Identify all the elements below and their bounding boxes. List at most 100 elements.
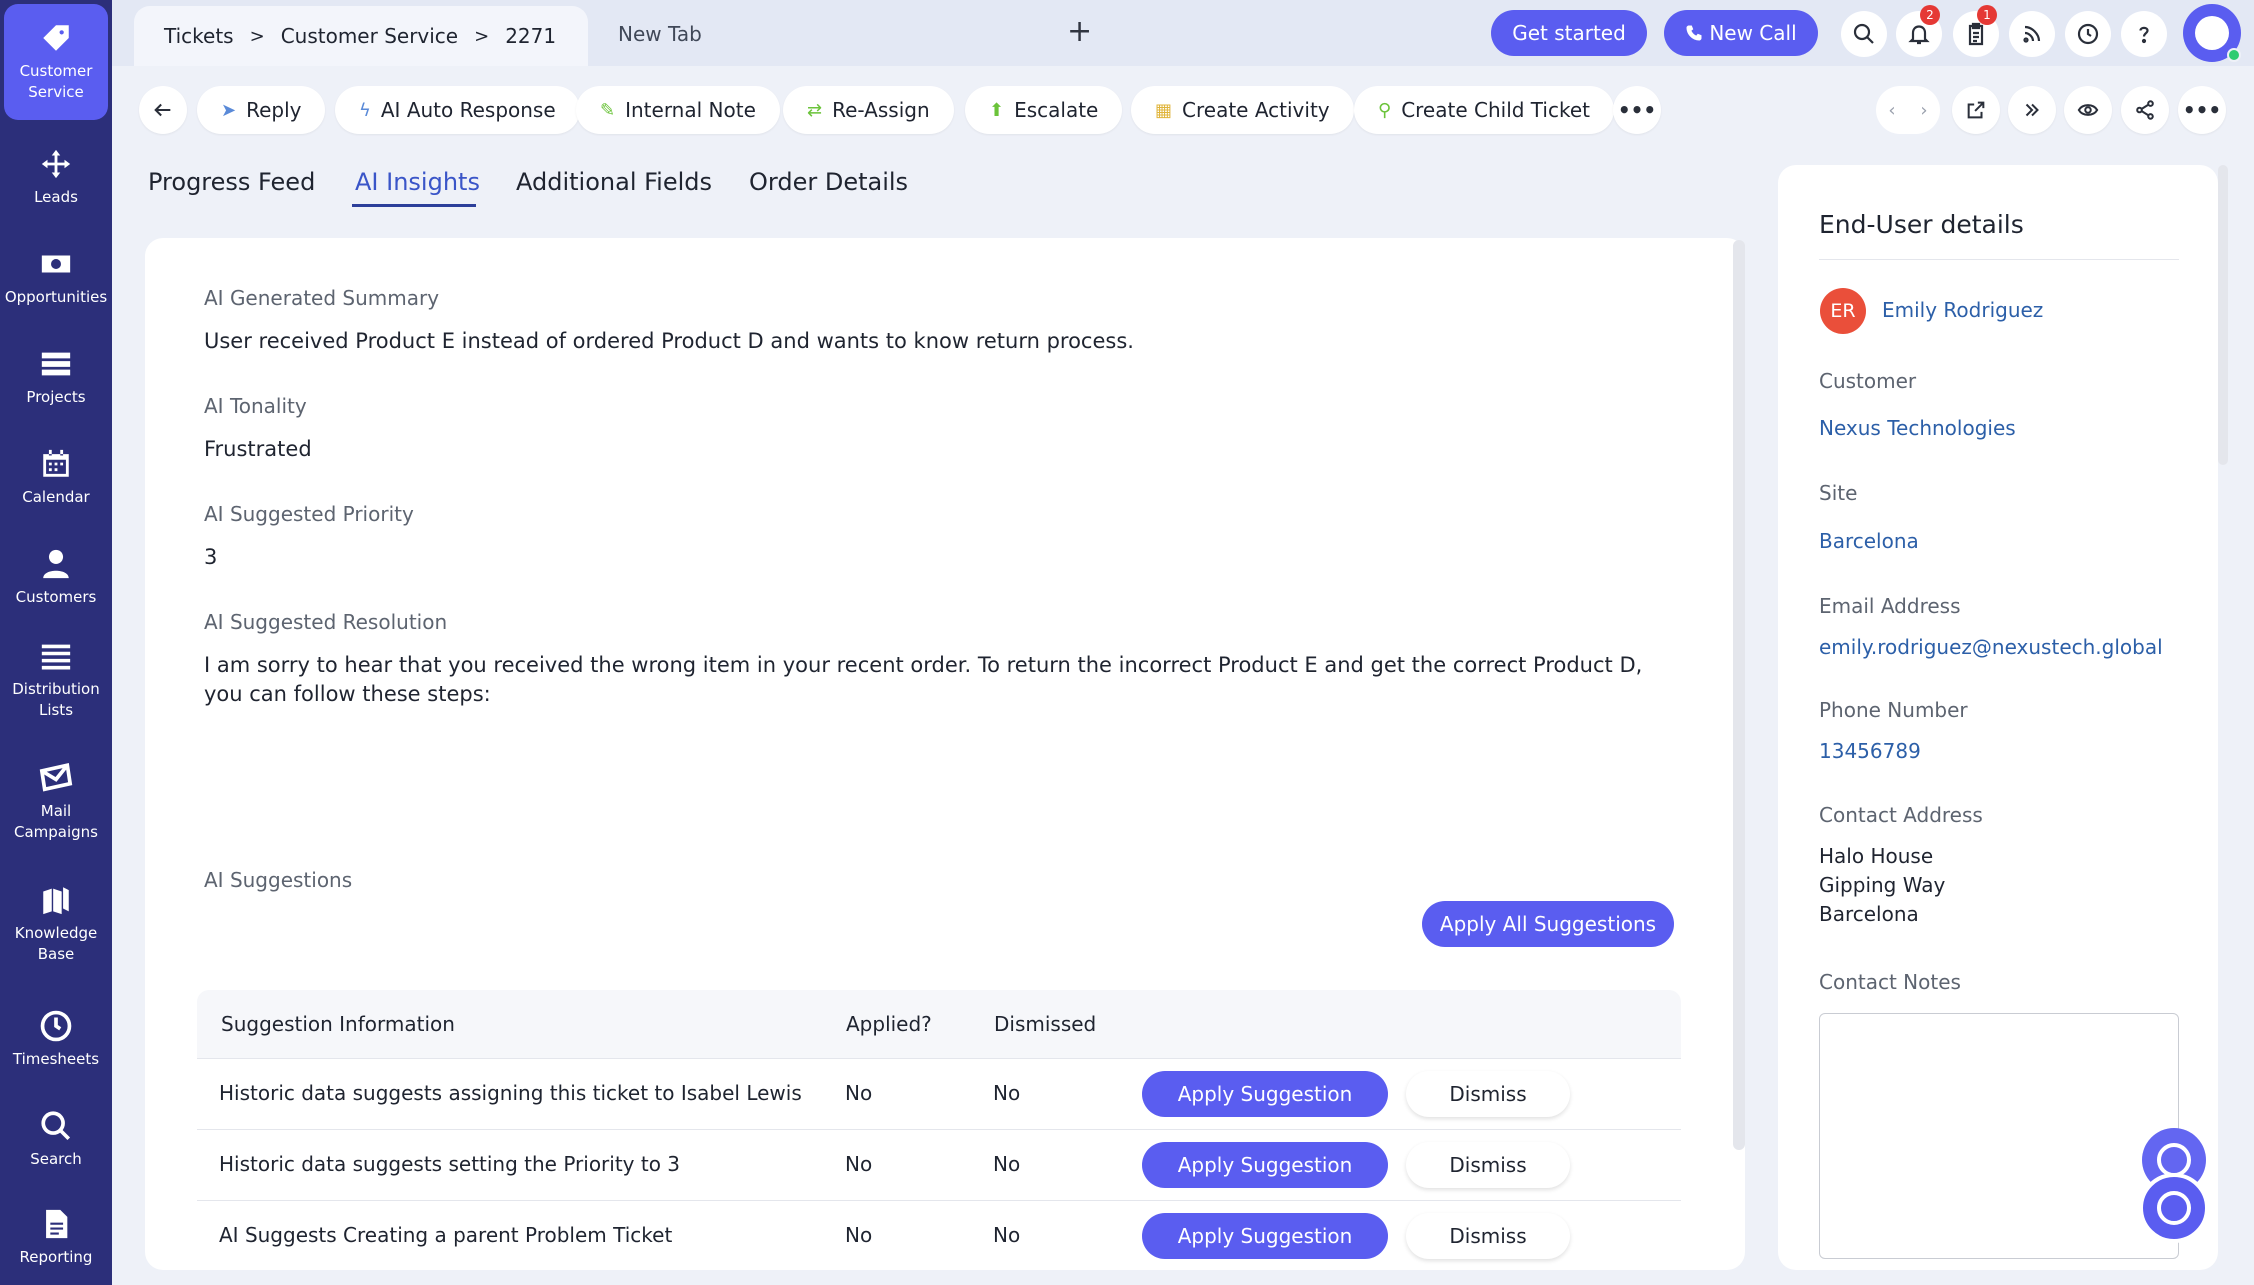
sidebar-item-label: Search [30,1149,82,1168]
chat-bubble-icon [2157,1143,2191,1177]
sidebar-item-opportunities[interactable]: Opportunities [0,228,112,326]
new-call-button[interactable]: New Call [1664,10,1818,56]
sidebar-item-timesheets[interactable]: Timesheets [0,990,112,1088]
tonality-label: AI Tonality [204,394,307,418]
internal-note-button[interactable]: ✎ Internal Note [576,86,780,134]
escalate-button[interactable]: ⬆ Escalate [965,86,1123,134]
tonality-value: Frustrated [204,437,312,461]
header-suggestion-info: Suggestion Information [221,1012,455,1036]
contact-notes-field[interactable] [1819,1013,2179,1259]
notifications-button[interactable]: 2 [1896,5,1942,57]
chevron-left-icon[interactable]: ‹ [1888,100,1895,121]
apply-suggestion-button[interactable]: Apply Suggestion [1142,1142,1388,1188]
dismiss-button[interactable]: Dismiss [1406,1071,1570,1117]
more-actions-button[interactable]: ••• [1613,86,1661,134]
table-row: Historic data suggests setting the Prior… [197,1129,1681,1200]
customer-link[interactable]: Nexus Technologies [1819,416,2016,440]
resolution-value: I am sorry to hear that you received the… [204,653,1643,706]
tag-icon [43,25,69,51]
sidebar-item-customers[interactable]: Customers [0,528,112,626]
dismissed-value: No [993,1223,1021,1247]
panel-scrollbar[interactable] [2218,165,2228,465]
double-chevron-right-icon [2025,103,2039,117]
tasks-button[interactable]: 1 [1953,5,1999,57]
sidebar-item-label: Timesheets [12,1049,100,1068]
tab-new[interactable]: New Tab [618,22,702,46]
email-link[interactable]: emily.rodriguez@nexustech.global [1819,635,2163,659]
sidebar-item-reporting[interactable]: Reporting [0,1188,112,1285]
lightning-icon: ϟ [359,99,371,121]
notifications-badge: 2 [1920,5,1940,25]
skip-forward-button[interactable] [2008,86,2056,134]
panel-title: End-User details [1819,210,2024,239]
feed-button[interactable] [2009,11,2055,57]
share-button[interactable] [2121,86,2169,134]
calendar-icon [43,449,69,477]
contact-address: Halo House Gipping Way Barcelona [1819,842,1945,929]
swap-icon: ⇄ [807,99,823,121]
sidebar-item-leads[interactable]: Leads [0,128,112,226]
sidebar-item-label: Projects [26,387,86,406]
priority-value: 3 [204,545,218,569]
chat-bubble-icon [2195,16,2229,50]
site-link[interactable]: Barcelona [1819,529,1919,553]
dismiss-button[interactable]: Dismiss [1406,1142,1570,1188]
tab-additional-fields[interactable]: Additional Fields [516,168,712,196]
sidebar-item-label: Reporting [19,1247,93,1266]
breadcrumb-separator: > [474,25,490,47]
sidebar-item-calendar[interactable]: Calendar [0,428,112,526]
watch-button[interactable] [2064,86,2112,134]
history-button[interactable] [2065,11,2111,57]
back-button[interactable] [139,86,187,134]
sidebar: Customer Service Leads Opportunities Pro… [0,0,112,1285]
more-options-button[interactable]: ••• [2178,86,2226,134]
tab-ticket-2271[interactable]: Tickets > Customer Service > 2271 [134,6,588,66]
user-avatar[interactable] [2183,4,2241,62]
phone-link[interactable]: 13456789 [1819,739,1921,763]
external-link-icon [1967,101,1985,119]
tab-progress-feed[interactable]: Progress Feed [148,168,315,196]
sidebar-item-projects[interactable]: Projects [0,328,112,426]
get-started-button[interactable]: Get started [1491,10,1647,56]
suggestion-info: AI Suggests Creating a parent Problem Ti… [219,1223,673,1247]
dismissed-value: No [993,1081,1021,1105]
messenger-button[interactable] [2139,1173,2209,1243]
create-activity-button[interactable]: ▦ Create Activity [1131,86,1354,134]
apply-suggestion-button[interactable]: Apply Suggestion [1142,1071,1388,1117]
reassign-button[interactable]: ⇄ Re-Assign [783,86,954,134]
sidebar-item-label: Opportunities [4,287,108,306]
main-scrollbar[interactable] [1733,240,1745,1150]
address-line: Barcelona [1819,902,1919,926]
sidebar-item-search[interactable]: Search [0,1090,112,1188]
breadcrumb-tickets[interactable]: Tickets [164,24,234,48]
send-icon: ➤ [221,99,237,121]
ai-auto-response-button[interactable]: ϟ AI Auto Response [335,86,580,134]
breadcrumb-customer-service[interactable]: Customer Service [281,24,458,48]
arrow-up-icon: ⬆ [989,99,1005,121]
tab-ai-insights[interactable]: AI Insights [355,168,480,196]
add-tab-button[interactable]: + [1067,14,1092,49]
sidebar-item-distribution-lists[interactable]: Distribution Lists [0,620,112,740]
search-button[interactable] [1841,11,1887,57]
clock-icon [2077,23,2099,45]
sidebar-item-knowledge-base[interactable]: Knowledge Base [0,864,112,984]
priority-label: AI Suggested Priority [204,502,414,526]
sidebar-item-customer-service[interactable]: Customer Service [4,4,108,120]
end-user-name-link[interactable]: Emily Rodriguez [1882,298,2043,322]
tab-order-details[interactable]: Order Details [749,168,908,196]
apply-suggestion-button[interactable]: Apply Suggestion [1142,1213,1388,1259]
address-label: Contact Address [1819,803,1983,827]
reply-button[interactable]: ➤ Reply [197,86,326,134]
new-call-label: New Call [1709,21,1797,45]
chevron-right-icon[interactable]: › [1920,100,1927,121]
sidebar-item-mail-campaigns[interactable]: Mail Campaigns [0,742,112,862]
apply-all-suggestions-button[interactable]: Apply All Suggestions [1422,901,1674,947]
projects-icon [41,352,71,375]
help-button[interactable] [2121,11,2167,57]
dismiss-button[interactable]: Dismiss [1406,1213,1570,1259]
address-line: Halo House [1819,844,1934,868]
ticket-pager: ‹ › [1876,86,1940,134]
create-child-ticket-button[interactable]: ⚲ Create Child Ticket [1354,86,1614,134]
open-external-button[interactable] [1952,86,2000,134]
share-icon [2136,100,2154,120]
